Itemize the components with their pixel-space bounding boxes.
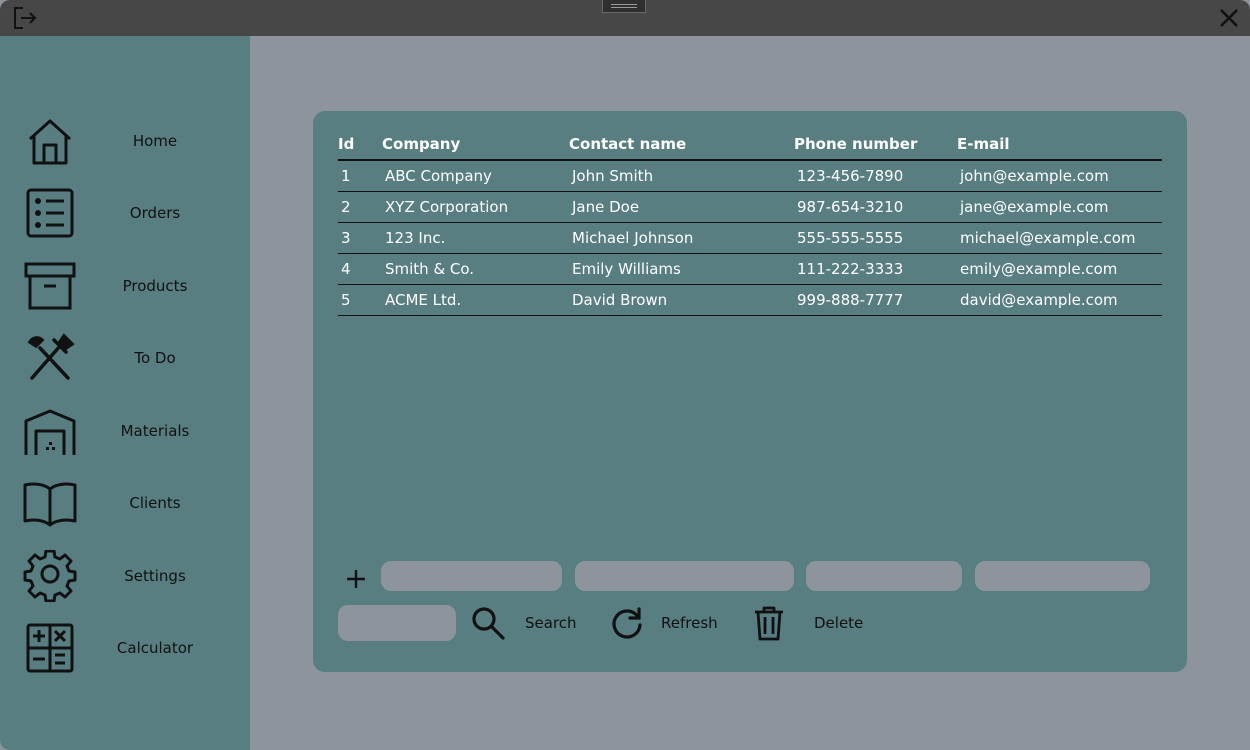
search-icon — [472, 607, 505, 640]
clients-panel: Id Company Contact name Phone number E-m… — [313, 111, 1187, 672]
window-drag-handle[interactable] — [602, 0, 646, 13]
cell-email: david@example.com — [957, 284, 1162, 316]
sidebar-item-orders[interactable]: Orders — [0, 183, 250, 243]
column-header-contact[interactable]: Contact name — [569, 129, 794, 161]
archive-box-icon — [24, 262, 76, 310]
sidebar-item-label: Clients — [129, 494, 181, 512]
sidebar-item-label: Settings — [124, 567, 186, 585]
cell-contact: David Brown — [569, 284, 794, 316]
exit-icon[interactable] — [12, 5, 38, 31]
sidebar-item-label: Home — [132, 132, 178, 150]
cell-id: 5 — [338, 284, 382, 316]
column-header-phone[interactable]: Phone number — [794, 129, 957, 161]
cell-phone: 555-555-5555 — [794, 222, 957, 254]
sidebar-item-label: To Do — [134, 349, 176, 367]
table-row[interactable]: 4 Smith & Co. Emily Williams 111-222-333… — [338, 253, 1162, 285]
sidebar-item-label: Materials — [120, 422, 190, 440]
table-row[interactable]: 1 ABC Company John Smith 123-456-7890 jo… — [338, 160, 1162, 192]
delete-button[interactable]: Delete — [751, 603, 866, 643]
cell-phone: 123-456-7890 — [794, 160, 957, 192]
table-header-row: Id Company Contact name Phone number E-m… — [338, 129, 1162, 161]
gear-icon — [23, 550, 77, 602]
refresh-icon — [612, 607, 642, 639]
table-row[interactable]: 5 ACME Ltd. David Brown 999-888-7777 dav… — [338, 284, 1162, 316]
trash-icon — [755, 606, 783, 641]
cell-company: Smith & Co. — [382, 253, 569, 285]
refresh-button-label: Refresh — [661, 614, 718, 632]
calculator-icon — [26, 623, 74, 673]
cell-phone: 987-654-3210 — [794, 191, 957, 223]
cell-email: emily@example.com — [957, 253, 1162, 285]
sidebar-item-label: Orders — [129, 204, 181, 222]
cell-company: XYZ Corporation — [382, 191, 569, 223]
sidebar-item-label: Calculator — [116, 639, 194, 657]
sidebar-item-clients[interactable]: Clients — [0, 473, 250, 533]
sidebar-item-products[interactable]: Products — [0, 256, 250, 316]
cell-id: 2 — [338, 191, 382, 223]
sidebar-item-settings[interactable]: Settings — [0, 546, 250, 606]
sidebar-item-home[interactable]: Home — [0, 111, 250, 171]
cell-company: 123 Inc. — [382, 222, 569, 254]
table-row[interactable]: 3 123 Inc. Michael Johnson 555-555-5555 … — [338, 222, 1162, 254]
table-row[interactable]: 2 XYZ Corporation Jane Doe 987-654-3210 … — [338, 191, 1162, 223]
cell-id: 4 — [338, 253, 382, 285]
cell-email: john@example.com — [957, 160, 1162, 192]
cell-phone: 111-222-3333 — [794, 253, 957, 285]
delete-button-label: Delete — [814, 614, 864, 632]
sidebar-item-materials[interactable]: Materials — [0, 401, 250, 461]
title-bar — [0, 0, 1250, 36]
list-icon — [26, 188, 74, 238]
sidebar: Home Orders Products To Do Materials Cli… — [0, 36, 250, 750]
search-button[interactable]: Search — [470, 603, 580, 643]
cell-phone: 999-888-7777 — [794, 284, 957, 316]
open-book-icon — [23, 482, 77, 527]
refresh-button[interactable]: Refresh — [609, 603, 721, 643]
cell-company: ABC Company — [382, 160, 569, 192]
cell-email: michael@example.com — [957, 222, 1162, 254]
tools-icon — [27, 333, 75, 380]
contact-name-input[interactable] — [575, 561, 794, 591]
cell-contact: Michael Johnson — [569, 222, 794, 254]
warehouse-icon — [24, 409, 76, 455]
cell-email: jane@example.com — [957, 191, 1162, 223]
cell-contact: Emily Williams — [569, 253, 794, 285]
search-button-label: Search — [525, 614, 577, 632]
add-icon[interactable] — [343, 566, 369, 592]
cell-company: ACME Ltd. — [382, 284, 569, 316]
close-icon[interactable] — [1216, 5, 1242, 31]
company-input[interactable] — [381, 561, 562, 591]
column-header-company[interactable]: Company — [382, 129, 569, 161]
email-input[interactable] — [975, 561, 1150, 591]
sidebar-item-todo[interactable]: To Do — [0, 328, 250, 388]
sidebar-item-calculator[interactable]: Calculator — [0, 618, 250, 678]
cell-contact: Jane Doe — [569, 191, 794, 223]
sidebar-item-label: Products — [122, 277, 188, 295]
home-icon — [28, 119, 72, 165]
clients-table: Id Company Contact name Phone number E-m… — [338, 129, 1162, 316]
phone-input[interactable] — [806, 561, 962, 591]
cell-id: 3 — [338, 222, 382, 254]
column-header-email[interactable]: E-mail — [957, 129, 1162, 161]
cell-contact: John Smith — [569, 160, 794, 192]
column-header-id[interactable]: Id — [338, 129, 382, 161]
cell-id: 1 — [338, 160, 382, 192]
search-input[interactable] — [338, 605, 456, 641]
